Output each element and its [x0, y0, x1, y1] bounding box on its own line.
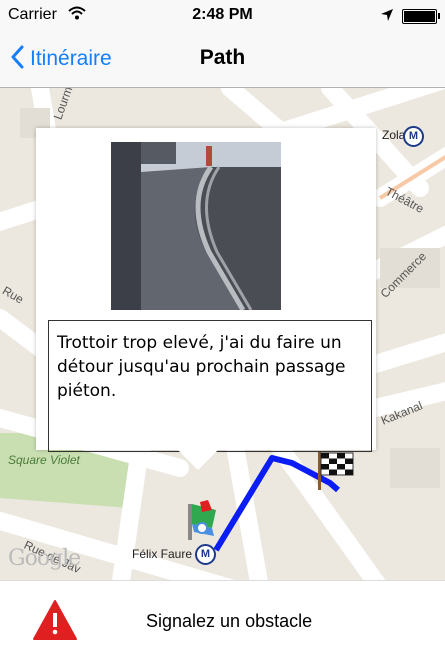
status-time: 2:48 PM: [192, 6, 253, 23]
checkered-flag-icon[interactable]: [314, 450, 356, 497]
street-label: Zola: [382, 128, 406, 142]
obstacle-photo[interactable]: [111, 142, 281, 310]
park-label: Square Violet: [8, 453, 80, 467]
obstacle-comment: Trottoir trop elevé, j'ai du faire un dé…: [48, 320, 372, 452]
battery-icon: [402, 9, 440, 24]
station-label: Félix Faure: [132, 547, 193, 561]
page-title: Path: [199, 46, 246, 69]
warning-triangle-icon: [32, 599, 78, 646]
obstacle-popup: Trottoir trop elevé, j'ai du faire un dé…: [36, 128, 376, 470]
google-logo: Google: [8, 546, 81, 571]
metro-station-icon: M: [403, 126, 424, 147]
report-obstacle-button[interactable]: Signalez un obstacle: [0, 580, 445, 666]
location-arrow-icon: [380, 8, 394, 27]
navigation-bar: Itinéraire Path: [0, 32, 445, 88]
status-bar: Carrier 2:48 PM: [0, 0, 445, 32]
popup-pointer: [178, 450, 218, 470]
report-obstacle-label: Signalez un obstacle: [146, 611, 313, 631]
start-marker-icon[interactable]: [186, 498, 224, 549]
